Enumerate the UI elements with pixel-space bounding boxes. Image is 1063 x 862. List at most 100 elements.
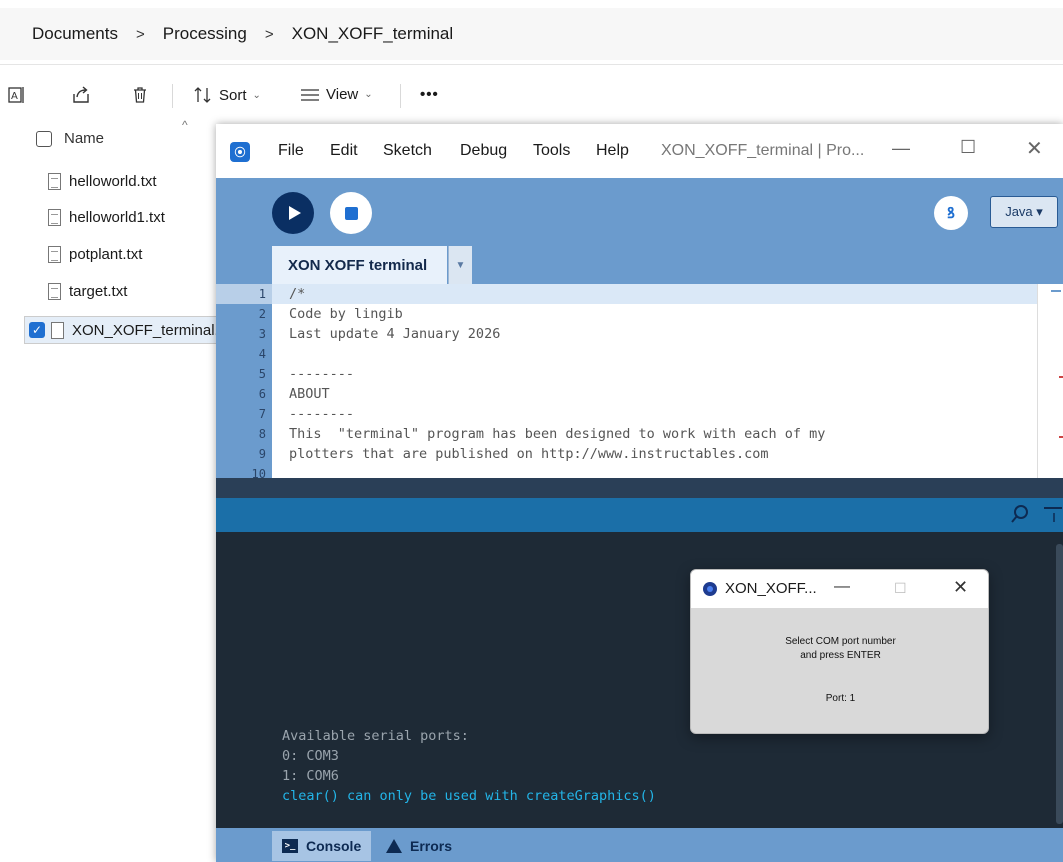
run-button[interactable]: [272, 192, 314, 234]
close-button[interactable]: ✕: [1026, 136, 1043, 161]
editor-scrollbar[interactable]: [1037, 284, 1063, 478]
menu-help[interactable]: Help: [596, 142, 629, 160]
view-button[interactable]: View ⌄: [300, 86, 373, 103]
name-column-header[interactable]: Name: [36, 130, 104, 147]
text-file-icon: [48, 172, 61, 190]
stop-button[interactable]: [330, 192, 372, 234]
code-line: /*: [272, 284, 1037, 304]
processing-logo-icon: ⦿: [230, 142, 250, 162]
tab-console-label: Console: [306, 838, 362, 854]
file-icon: [51, 321, 64, 339]
tab-errors[interactable]: Errors: [376, 831, 462, 861]
text-file-icon: [48, 245, 61, 263]
sort-button[interactable]: Sort ⌄: [193, 86, 261, 104]
line-number: 7: [258, 407, 266, 421]
text-file-icon: [48, 208, 61, 226]
breadcrumb-current-folder[interactable]: XON_XOFF_terminal: [290, 24, 456, 44]
line-number: 1: [216, 284, 272, 304]
code-line: Last update 4 January 2026: [289, 326, 501, 342]
code-editor[interactable]: 1 2 3 4 5 6 7 8 9 10 /* Code by lingib L…: [216, 284, 1063, 481]
line-gutter: 1 2 3 4 5 6 7 8 9 10: [216, 284, 272, 481]
sketch-title: XON_XOFF...: [725, 580, 817, 597]
sort-icon: [194, 87, 211, 103]
svg-text:A: A: [11, 91, 18, 102]
breadcrumb-documents[interactable]: Documents: [30, 24, 120, 44]
console-error-line: clear() can only be used with createGrap…: [282, 788, 656, 804]
error-marker: [1059, 436, 1063, 438]
maximize-button[interactable]: ☐: [960, 137, 976, 158]
checkmark-icon[interactable]: ✓: [29, 322, 45, 338]
file-name: helloworld.txt: [69, 172, 157, 190]
file-name: target.txt: [69, 282, 128, 300]
scroll-thumb[interactable]: [1051, 290, 1061, 292]
sketch-titlebar: XON_XOFF... — ☐ ✕: [691, 570, 988, 608]
file-row-selected[interactable]: ✓ XON_XOFF_terminal.p: [24, 316, 234, 344]
tab-errors-label: Errors: [410, 838, 453, 854]
file-row[interactable]: helloworld.txt: [48, 169, 157, 193]
processing-app-icon: [703, 582, 717, 596]
code-line: Code by lingib: [289, 306, 403, 322]
menu-edit[interactable]: Edit: [330, 142, 358, 160]
breadcrumb-processing[interactable]: Processing: [161, 24, 249, 44]
rename-icon[interactable]: A: [6, 84, 28, 106]
delete-icon[interactable]: [129, 84, 151, 106]
code-line: --------: [289, 366, 355, 382]
file-row[interactable]: target.txt: [48, 279, 127, 303]
console-line: 0: COM3: [282, 748, 339, 764]
name-column-label: Name: [64, 130, 105, 147]
minimize-button[interactable]: —: [834, 578, 850, 596]
chevron-down-icon: ⌄: [364, 89, 373, 100]
sketch-prompt-line2: and press ENTER: [800, 650, 881, 661]
code-line: ABOUT: [289, 386, 330, 402]
menu-debug[interactable]: Debug: [460, 142, 507, 160]
breadcrumb-separator: >: [135, 25, 145, 43]
tab-menu-chevron-icon[interactable]: ▼: [448, 246, 472, 284]
search-icon[interactable]: [1010, 504, 1030, 526]
console-footer: >_ Console Errors: [216, 828, 1063, 862]
sketch-window[interactable]: XON_XOFF... — ☐ ✕ Select COM port number…: [690, 569, 989, 734]
select-all-checkbox[interactable]: [36, 130, 52, 147]
code-line: plotters that are published on http://ww…: [289, 446, 769, 462]
collapse-console-icon[interactable]: [1042, 504, 1062, 526]
mode-select[interactable]: Java ▾: [990, 196, 1058, 228]
line-number: 9: [258, 447, 266, 461]
view-label: View: [326, 86, 359, 103]
sort-ascending-icon: ^: [182, 118, 188, 132]
toolbar-separator: [172, 84, 173, 108]
text-file-icon: [48, 282, 61, 300]
error-marker: [1059, 376, 1063, 378]
file-row[interactable]: potplant.txt: [48, 242, 142, 266]
maximize-button: ☐: [894, 580, 907, 596]
chevron-down-icon: ⌄: [252, 89, 261, 101]
close-button[interactable]: ✕: [953, 577, 968, 598]
line-number: 2: [258, 307, 266, 321]
tab-console[interactable]: >_ Console: [272, 831, 372, 861]
line-number: 4: [258, 347, 266, 361]
menu-tools[interactable]: Tools: [533, 142, 570, 160]
tab-sketch[interactable]: XON XOFF terminal: [272, 246, 447, 284]
line-number: 3: [258, 327, 266, 341]
line-number: 5: [258, 367, 266, 381]
console-scrollbar[interactable]: [1056, 544, 1063, 824]
menu-sketch[interactable]: Sketch: [383, 142, 432, 160]
explorer-toolbar: A Sort ⌄ View ⌄ •••: [0, 72, 1063, 120]
file-row[interactable]: helloworld1.txt: [48, 205, 165, 229]
code-line: --------: [289, 406, 355, 422]
line-number: 8: [258, 427, 266, 441]
window-title: XON_XOFF_terminal | Pro...: [661, 142, 865, 159]
sketch-port-label: Port: 1: [825, 693, 856, 704]
code-text-area[interactable]: /* Code by lingib Last update 4 January …: [272, 284, 1037, 478]
share-icon[interactable]: [70, 84, 92, 106]
code-line: This "terminal" program has been designe…: [289, 426, 826, 442]
toolbar-divider: [0, 64, 1063, 65]
status-bar: [216, 498, 1063, 532]
minimize-button[interactable]: —: [892, 138, 910, 159]
processing-window: ⦿ File Edit Sketch Debug Tools Help XON_…: [216, 124, 1063, 862]
more-options-button[interactable]: •••: [420, 86, 439, 103]
line-number: 10: [251, 467, 266, 481]
debugger-icon[interactable]: ꝸ: [934, 196, 968, 230]
breadcrumb-separator: >: [264, 25, 274, 43]
console-line: Available serial ports:: [282, 728, 469, 744]
menu-file[interactable]: File: [278, 142, 304, 160]
